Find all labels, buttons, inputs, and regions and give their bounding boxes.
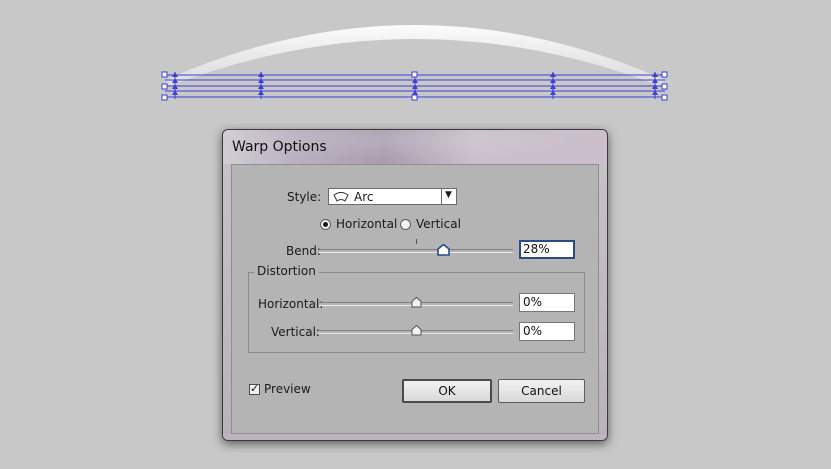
dialog-title: Warp Options [232,139,327,155]
horizontal-distortion-input[interactable] [523,295,569,309]
bend-slider-track[interactable] [319,249,513,253]
ok-button[interactable]: OK [402,379,492,403]
dropdown-arrow-button[interactable]: ▼ [441,189,456,204]
dialog-content: Style: Arc ▼ Horizontal Vertical Bend: 2… [231,164,599,434]
checkmark-icon: ✓ [250,382,260,395]
radio-horizontal[interactable] [320,219,331,230]
preview-checkbox[interactable]: ✓ [249,382,260,395]
bend-field[interactable] [519,240,575,259]
triangle-down-icon: ▼ [445,190,452,200]
canvas: Warp Options Style: Arc ▼ Horizontal Ver… [0,0,831,469]
style-value: Arc [354,190,374,204]
distortion-horizontal-label: Horizontal: [258,297,324,311]
bend-center-tick [416,239,417,244]
distortion-title: Distortion [254,264,319,278]
bend-label: Bend: [286,244,321,258]
bend-input[interactable] [523,242,569,256]
warped-artwork[interactable] [0,0,831,110]
vertical-distortion-input[interactable] [523,324,569,338]
arc-warp-icon [333,191,349,205]
horizontal-distortion-thumb[interactable] [411,297,422,308]
radio-horizontal-label[interactable]: Horizontal [336,217,397,231]
bend-slider-thumb[interactable] [436,244,450,256]
vertical-distortion-field[interactable] [519,322,575,341]
distortion-vertical-label: Vertical: [271,325,320,339]
warp-options-dialog: Warp Options Style: Arc ▼ Horizontal Ver… [222,129,608,441]
dialog-titlebar[interactable]: Warp Options [223,130,607,164]
style-label: Style: [287,190,322,204]
cancel-button[interactable]: Cancel [498,379,585,403]
style-dropdown[interactable]: Arc ▼ [328,188,457,205]
radio-vertical-label[interactable]: Vertical [416,217,461,231]
vertical-distortion-thumb[interactable] [411,325,422,336]
preview-label[interactable]: Preview [264,382,311,396]
horizontal-distortion-field[interactable] [519,293,575,312]
radio-vertical[interactable] [400,219,411,230]
